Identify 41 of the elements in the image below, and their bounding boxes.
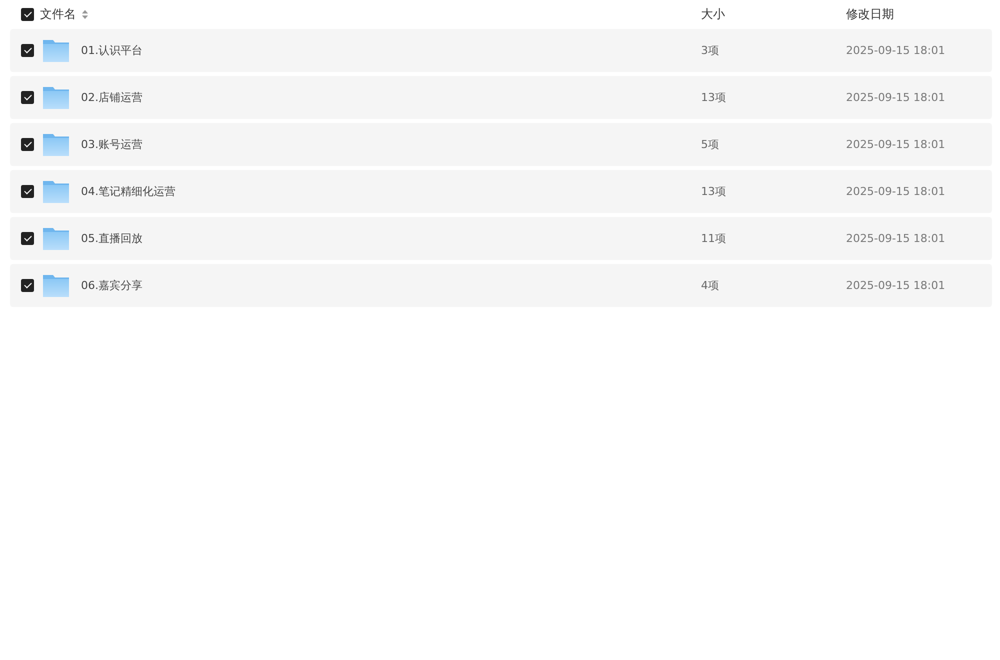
- folder-icon: [42, 38, 70, 62]
- modified-date: 2025-09-15 18:01: [846, 279, 946, 292]
- folder-icon: [42, 86, 70, 110]
- item-count: 3项: [701, 44, 719, 57]
- table-row[interactable]: 02.店铺运营 13项 2025-09-15 18:01: [10, 76, 992, 119]
- checkbox[interactable]: [21, 185, 34, 198]
- item-count: 13项: [701, 185, 726, 198]
- file-name[interactable]: 02.店铺运营: [81, 90, 142, 105]
- checkbox[interactable]: [21, 279, 34, 292]
- item-count: 11项: [701, 232, 726, 245]
- checkbox[interactable]: [21, 138, 34, 151]
- column-header[interactable]: 大小: [701, 7, 725, 21]
- item-count: 13项: [701, 91, 726, 104]
- sort-icon[interactable]: [82, 10, 88, 19]
- checkbox[interactable]: [21, 91, 34, 104]
- table-row[interactable]: 05.直播回放 11项 2025-09-15 18:01: [10, 217, 992, 260]
- table-row[interactable]: 06.嘉宾分享 4项 2025-09-15 18:01: [10, 264, 992, 307]
- checkbox[interactable]: [21, 232, 34, 245]
- folder-icon: [42, 226, 70, 250]
- folder-icon: [42, 132, 70, 156]
- column-header[interactable]: 修改日期: [846, 7, 894, 21]
- table-row[interactable]: 04.笔记精细化运营 13项 2025-09-15 18:01: [10, 170, 992, 213]
- file-name[interactable]: 06.嘉宾分享: [81, 278, 142, 293]
- modified-date: 2025-09-15 18:01: [846, 91, 946, 104]
- modified-date: 2025-09-15 18:01: [846, 232, 946, 245]
- item-count: 4项: [701, 279, 719, 292]
- checkbox[interactable]: [21, 8, 34, 21]
- column-header[interactable]: 文件名: [40, 6, 76, 23]
- item-count: 5项: [701, 138, 719, 151]
- folder-icon: [42, 180, 70, 204]
- table-row[interactable]: 03.账号运营 5项 2025-09-15 18:01: [10, 123, 992, 166]
- modified-date: 2025-09-15 18:01: [846, 44, 946, 57]
- table-row[interactable]: 01.认识平台 3项 2025-09-15 18:01: [10, 29, 992, 72]
- file-name[interactable]: 05.直播回放: [81, 231, 142, 246]
- modified-date: 2025-09-15 18:01: [846, 138, 946, 151]
- file-name[interactable]: 04.笔记精细化运营: [81, 184, 176, 199]
- file-name[interactable]: 03.账号运营: [81, 137, 142, 152]
- modified-date: 2025-09-15 18:01: [846, 185, 946, 198]
- folder-icon: [42, 274, 70, 298]
- file-name[interactable]: 01.认识平台: [81, 43, 142, 58]
- checkbox[interactable]: [21, 44, 34, 57]
